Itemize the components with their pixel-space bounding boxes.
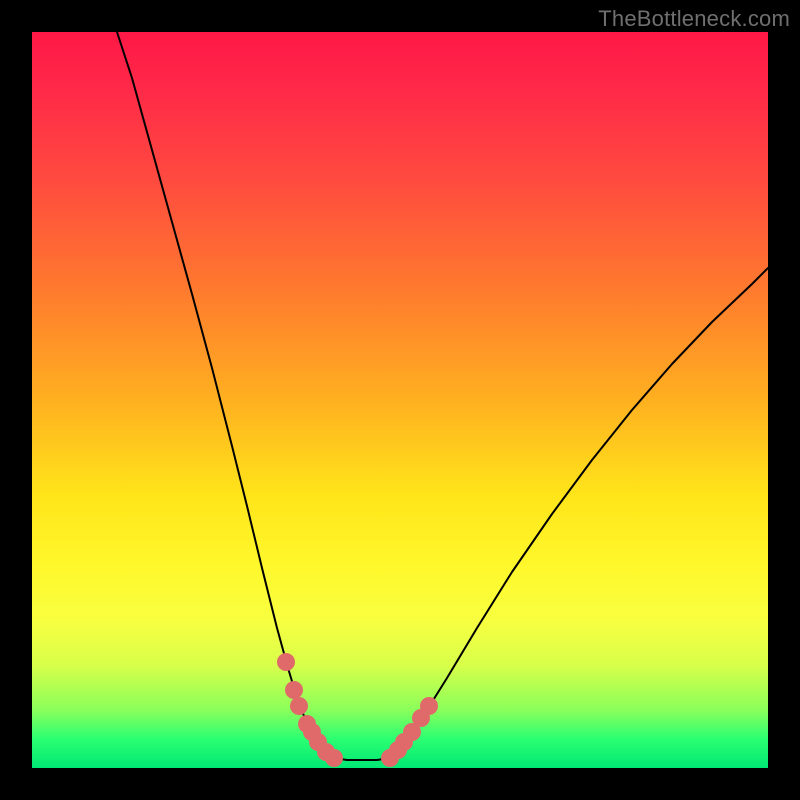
- series-lines: [117, 32, 768, 760]
- watermark-text: TheBottleneck.com: [598, 6, 790, 32]
- marker-left-markers: [290, 697, 308, 715]
- plot-area: [32, 32, 768, 768]
- marker-left-markers: [325, 749, 343, 767]
- chart-svg: [32, 32, 768, 768]
- marker-right-markers: [420, 697, 438, 715]
- line-left-branch: [117, 32, 334, 758]
- marker-left-markers: [277, 653, 295, 671]
- marker-left-markers: [285, 681, 303, 699]
- outer-frame: TheBottleneck.com: [0, 0, 800, 800]
- series-markers: [277, 653, 438, 767]
- line-right-branch: [390, 268, 768, 758]
